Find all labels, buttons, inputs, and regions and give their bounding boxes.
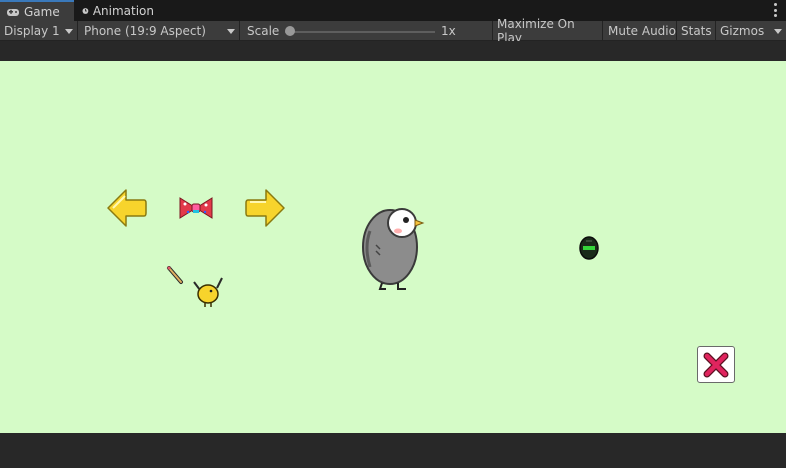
maximize-on-play-button[interactable]: Maximize On Play bbox=[493, 17, 603, 45]
mute-audio-label: Mute Audio bbox=[608, 24, 676, 38]
tab-animation-label: Animation bbox=[92, 3, 154, 18]
viewport-bottom-margin bbox=[0, 433, 786, 468]
chevron-down-icon bbox=[65, 29, 73, 34]
display-dropdown-label: Display 1 bbox=[4, 24, 60, 38]
scale-label: Scale bbox=[247, 24, 280, 38]
aspect-dropdown[interactable]: Phone (19:9 Aspect) bbox=[80, 21, 240, 41]
gizmos-dropdown[interactable]: Gizmos bbox=[716, 21, 786, 41]
gizmos-label: Gizmos bbox=[720, 24, 765, 38]
game-toolbar: Display 1 Phone (19:9 Aspect) Scale 1x M… bbox=[0, 17, 786, 45]
mute-audio-button[interactable]: Mute Audio bbox=[604, 21, 677, 41]
stats-button[interactable]: Stats bbox=[677, 21, 716, 41]
chick[interactable] bbox=[190, 274, 226, 308]
close-button[interactable] bbox=[697, 346, 735, 383]
penguin[interactable] bbox=[358, 201, 428, 291]
window-tab-bar: Game Animation bbox=[0, 0, 786, 21]
chevron-down-icon bbox=[227, 29, 235, 34]
scale-slider-track[interactable] bbox=[285, 31, 435, 33]
scale-value: 1x bbox=[441, 24, 456, 38]
right-arrow-icon[interactable] bbox=[244, 187, 286, 229]
tab-animation[interactable]: Animation bbox=[76, 0, 162, 21]
chevron-down-icon bbox=[774, 29, 782, 34]
close-icon bbox=[703, 352, 729, 377]
tab-game[interactable]: Game bbox=[0, 0, 74, 21]
green-orb[interactable] bbox=[578, 235, 600, 261]
viewport-top-margin bbox=[0, 41, 786, 61]
scale-slider-thumb[interactable] bbox=[285, 26, 295, 36]
clock-icon bbox=[82, 7, 89, 14]
game-viewport[interactable] bbox=[0, 61, 786, 433]
left-arrow-icon[interactable] bbox=[106, 187, 148, 229]
display-dropdown[interactable]: Display 1 bbox=[0, 21, 78, 41]
tab-game-label: Game bbox=[24, 4, 60, 19]
more-options-icon[interactable] bbox=[772, 3, 778, 17]
stats-label: Stats bbox=[681, 24, 712, 38]
bow-icon[interactable] bbox=[178, 196, 214, 220]
pencil-icon[interactable] bbox=[166, 266, 184, 286]
aspect-dropdown-label: Phone (19:9 Aspect) bbox=[84, 24, 206, 38]
gamepad-icon bbox=[7, 8, 19, 16]
